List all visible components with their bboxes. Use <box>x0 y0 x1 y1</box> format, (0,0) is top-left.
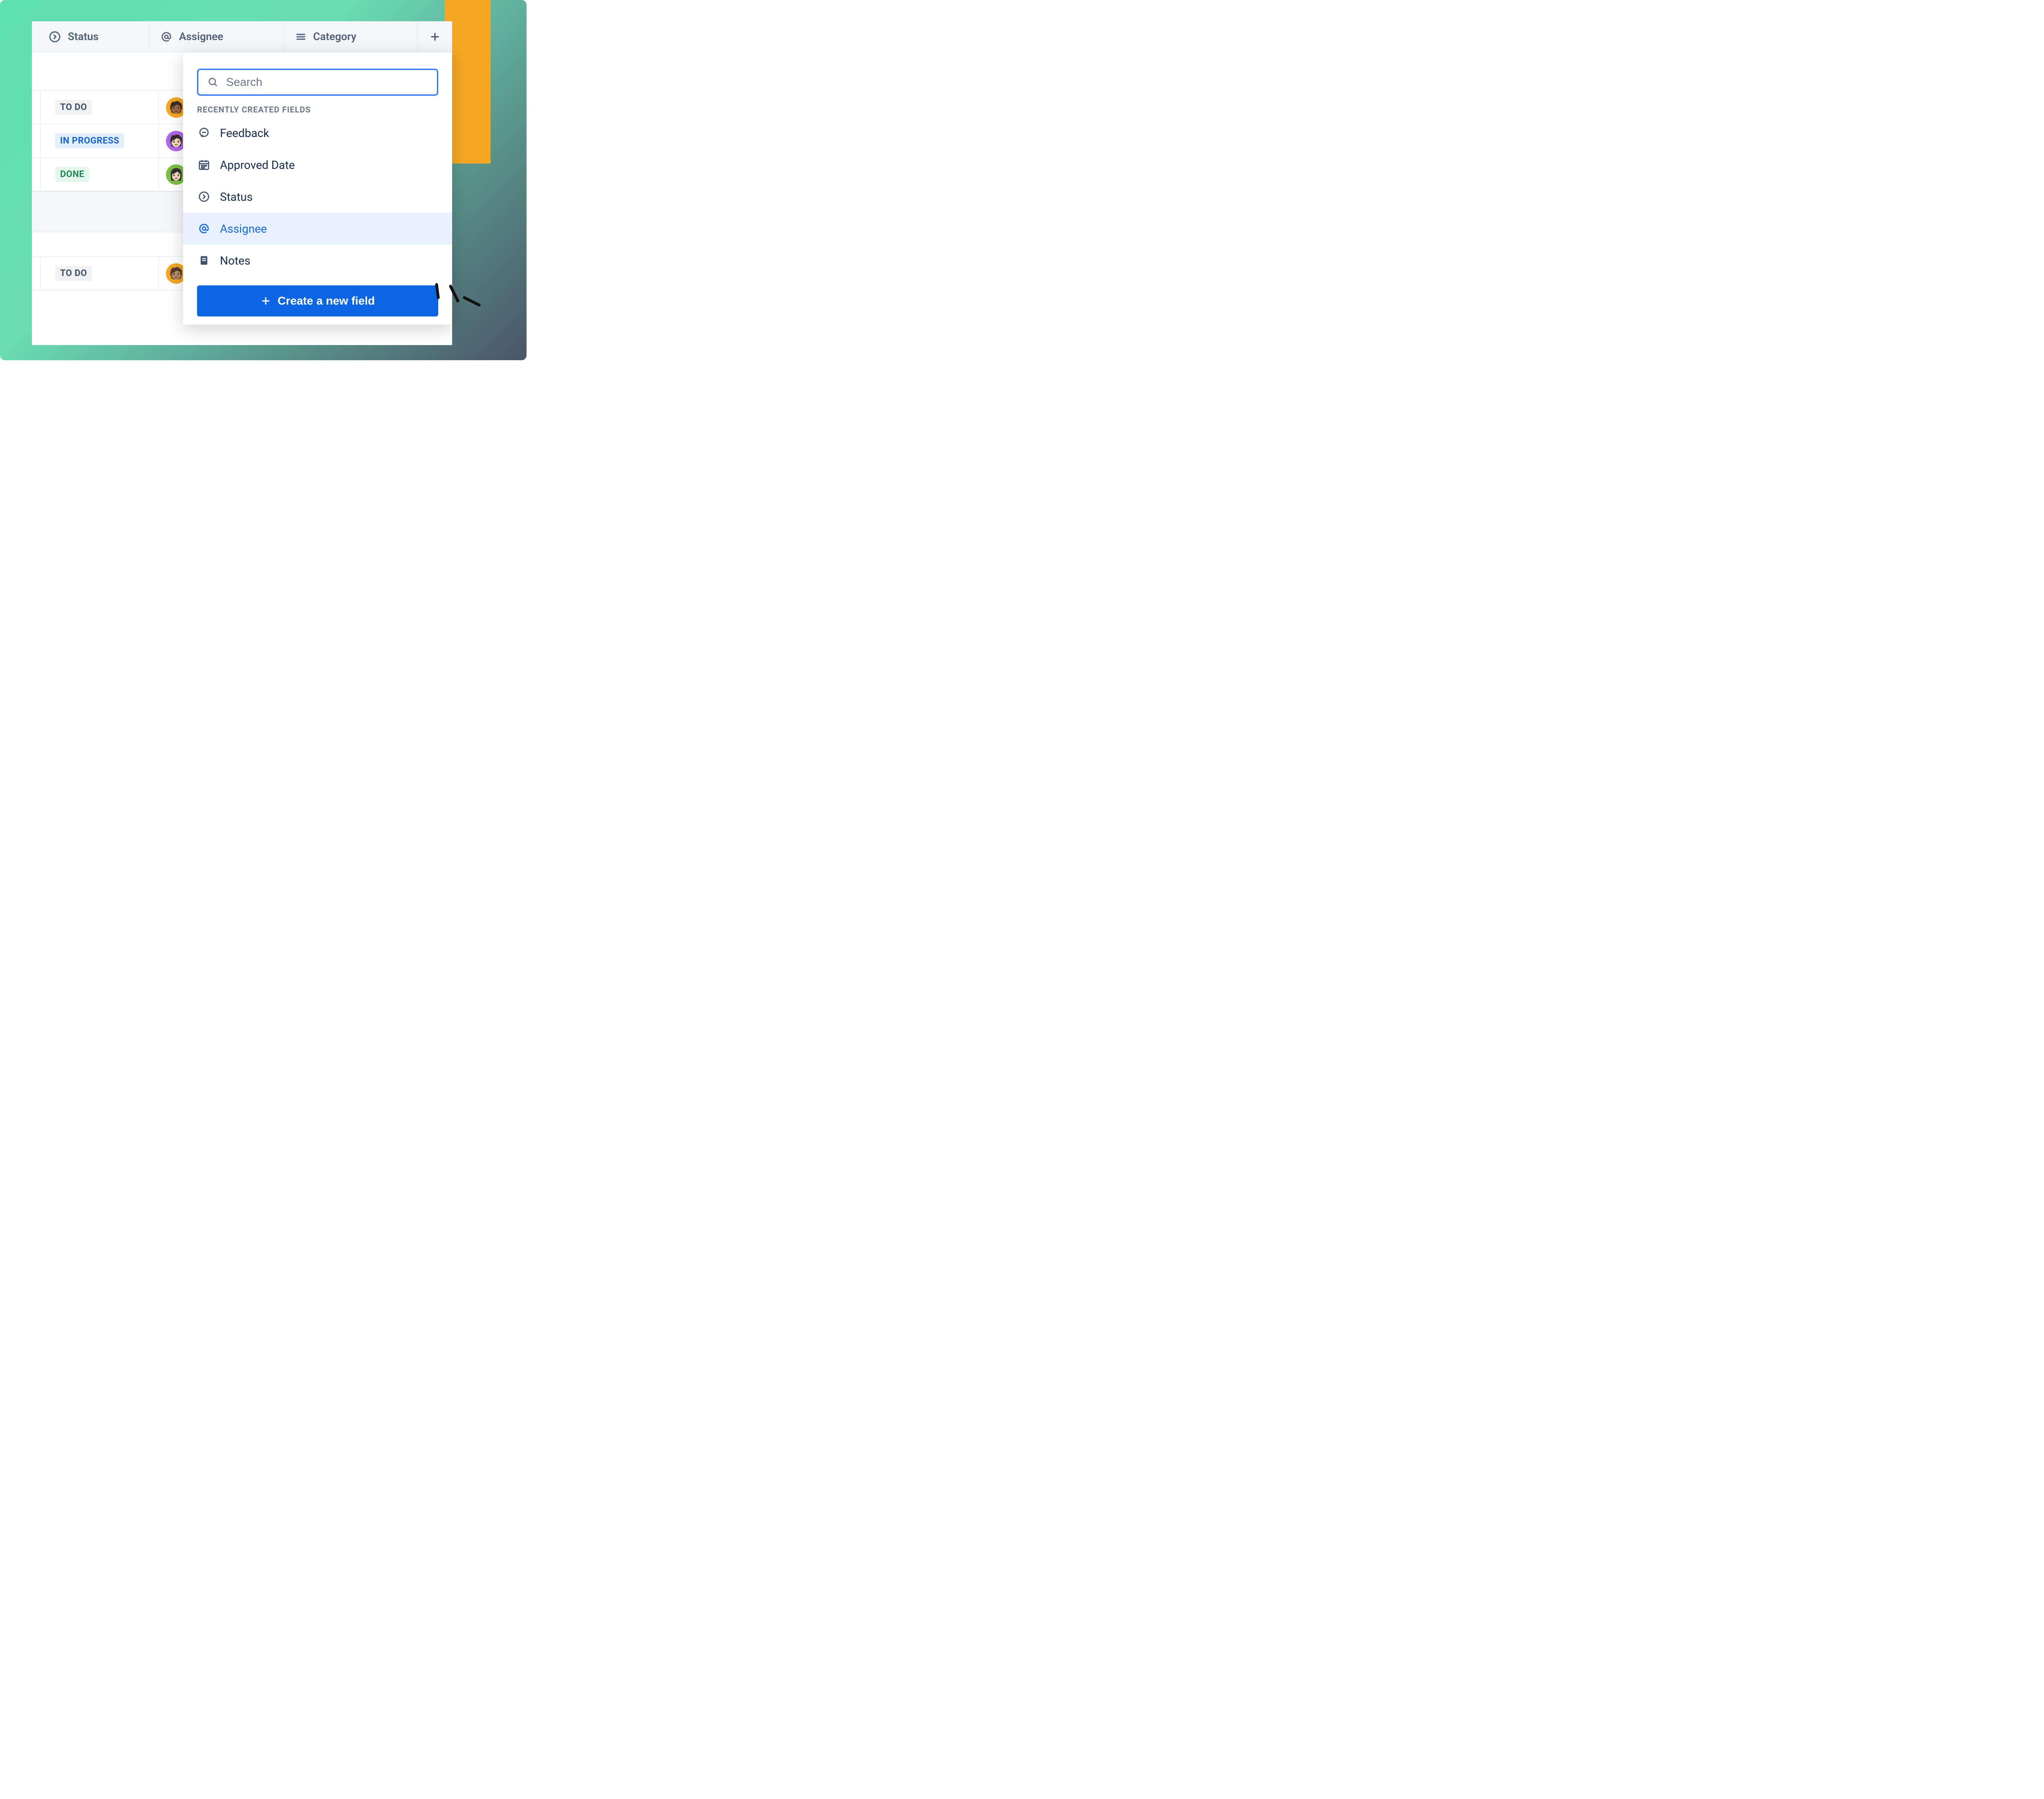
status-badge: TO DO <box>55 266 92 281</box>
column-header-status[interactable]: Status <box>32 21 150 52</box>
add-field-dropdown: RECENTLY CREATED FIELDS Feedback Approve… <box>183 52 452 325</box>
add-column-button[interactable] <box>418 21 452 52</box>
at-icon <box>160 31 173 43</box>
note-icon <box>197 253 211 267</box>
field-option-assignee[interactable]: Assignee <box>183 213 452 245</box>
column-header-label: Status <box>68 31 99 43</box>
arrow-circle-icon <box>48 30 61 43</box>
create-new-field-button[interactable]: Create a new field <box>197 285 438 316</box>
cell-status[interactable]: TO DO <box>40 257 159 290</box>
status-badge: TO DO <box>55 100 92 115</box>
field-option-notes[interactable]: Notes <box>183 245 452 276</box>
at-icon <box>197 222 211 236</box>
search-input[interactable] <box>226 76 428 89</box>
field-option-feedback[interactable]: Feedback <box>183 117 452 149</box>
chat-icon <box>197 126 211 140</box>
field-option-approved-date[interactable]: Approved Date <box>183 149 452 181</box>
lines-icon <box>295 31 307 43</box>
status-badge: DONE <box>55 167 89 182</box>
section-label: RECENTLY CREATED FIELDS <box>183 105 452 117</box>
cell-status[interactable]: DONE <box>40 158 159 191</box>
field-option-label: Assignee <box>220 222 267 236</box>
column-header-category[interactable]: Category <box>285 21 418 52</box>
cell-status[interactable]: IN PROGRESS <box>40 124 159 157</box>
plus-icon <box>429 31 441 43</box>
column-header-label: Assignee <box>179 31 223 43</box>
arrow-circle-icon <box>197 190 211 204</box>
field-option-label: Notes <box>220 254 250 267</box>
search-icon <box>207 76 219 88</box>
field-option-status[interactable]: Status <box>183 181 452 213</box>
create-button-label: Create a new field <box>278 294 375 307</box>
calendar-icon <box>197 158 211 172</box>
column-header-assignee[interactable]: Assignee <box>150 21 285 52</box>
field-option-label: Status <box>220 190 253 204</box>
cell-status[interactable]: TO DO <box>40 91 159 124</box>
column-header-label: Category <box>313 31 356 43</box>
status-badge: IN PROGRESS <box>55 133 124 148</box>
column-headers: Status Assignee Category <box>32 21 452 52</box>
plus-icon <box>260 296 271 306</box>
search-field[interactable] <box>197 69 438 96</box>
field-option-label: Feedback <box>220 126 269 140</box>
field-option-label: Approved Date <box>220 158 295 172</box>
